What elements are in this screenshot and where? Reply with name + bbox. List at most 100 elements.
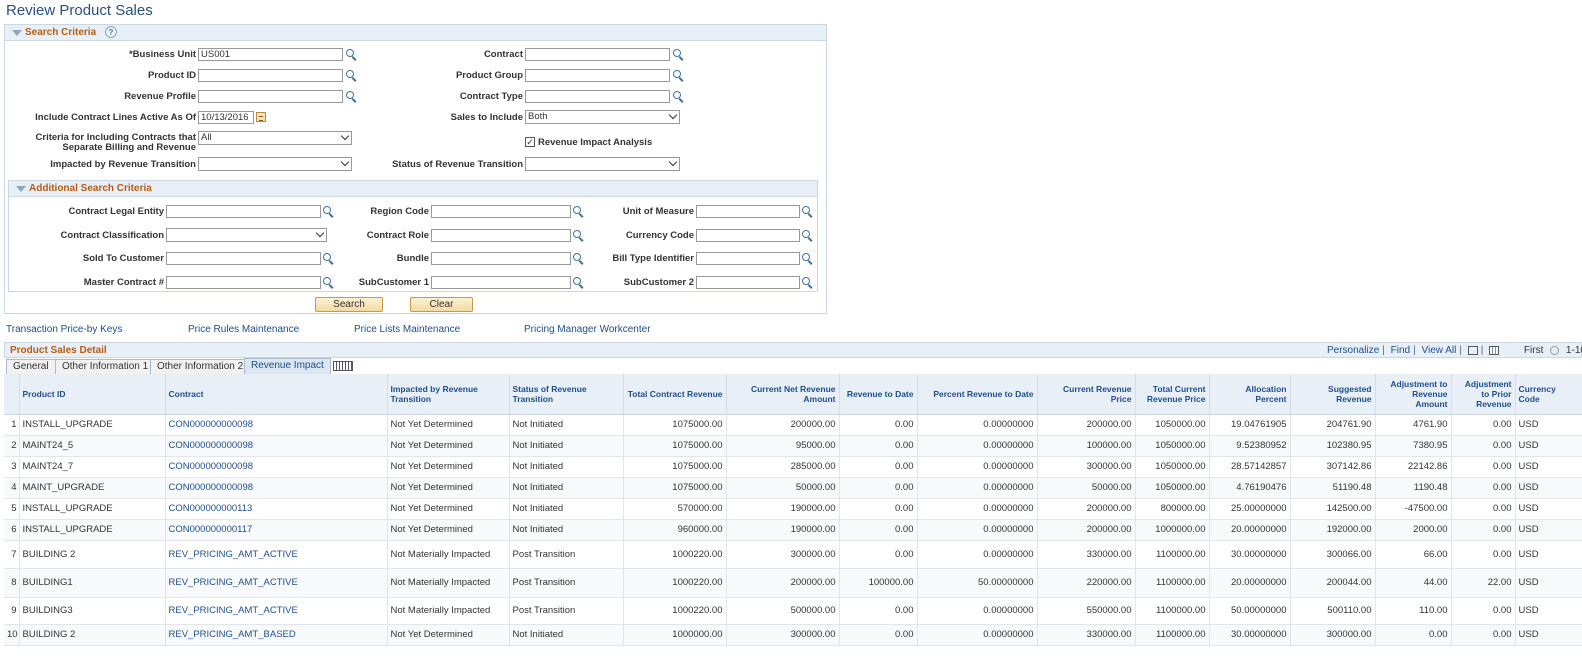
contract-legal-entity-input[interactable] (166, 205, 321, 218)
column-header[interactable]: Contract (165, 374, 388, 415)
contract-role-input[interactable] (431, 229, 571, 242)
search-icon[interactable] (346, 49, 357, 61)
calendar-icon[interactable] (256, 112, 266, 122)
column-header[interactable]: Adjustment to Prior Revenue (1451, 374, 1516, 415)
search-button[interactable]: Search (315, 297, 383, 312)
status-of-transition-select[interactable] (525, 157, 680, 171)
product-id-input[interactable] (198, 69, 343, 82)
search-icon[interactable] (573, 206, 584, 218)
contract-link[interactable]: REV_PRICING_AMT_ACTIVE (169, 549, 298, 560)
contract-input[interactable] (525, 48, 670, 61)
column-header[interactable]: Current Net Revenue Amount (726, 374, 840, 415)
column-header[interactable]: Product ID (19, 374, 166, 415)
contract-link[interactable]: CON000000000113 (169, 503, 253, 514)
bundle-input[interactable] (431, 252, 571, 265)
contract-link[interactable]: CON000000000098 (169, 461, 254, 472)
tab-revenue-impact[interactable]: Revenue Impact (244, 358, 331, 374)
contract-classification-select[interactable] (166, 228, 327, 242)
impacted-by-transition-select[interactable] (198, 157, 352, 171)
column-header[interactable]: Total Contract Revenue (623, 374, 727, 415)
personalize-link[interactable]: Personalize (1327, 345, 1379, 356)
table-cell: USD (1515, 519, 1582, 541)
revenue-profile-input[interactable] (198, 90, 343, 103)
collapse-icon[interactable] (12, 30, 22, 36)
search-icon[interactable] (323, 206, 334, 218)
search-criteria-header[interactable]: Search Criteria ? (5, 25, 826, 41)
revenue-impact-analysis-checkbox[interactable]: ✓ (525, 137, 535, 147)
view-all-link[interactable]: View All (1422, 345, 1457, 356)
bill-type-identifier-input[interactable] (696, 252, 800, 265)
show-all-columns-icon[interactable] (333, 361, 353, 371)
table-cell: 0.00 (839, 435, 918, 457)
find-link[interactable]: Find (1391, 345, 1410, 356)
currency-code-input[interactable] (696, 229, 800, 242)
contract-type-input[interactable] (525, 90, 670, 103)
contract-link[interactable]: CON000000000098 (169, 482, 254, 493)
collapse-icon[interactable] (16, 186, 26, 192)
link-price-rules-maintenance[interactable]: Price Rules Maintenance (188, 324, 299, 335)
subcustomer-2-input[interactable] (696, 276, 800, 289)
active-as-of-label: Include Contract Lines Active As Of (35, 112, 196, 123)
column-header[interactable]: Adjustment to Revenue Amount (1375, 374, 1452, 415)
column-header[interactable]: Allocation Percent (1209, 374, 1291, 415)
search-icon[interactable] (673, 49, 684, 61)
subcustomer-1-input[interactable] (431, 276, 571, 289)
search-icon[interactable] (802, 206, 813, 218)
region-code-input[interactable] (431, 205, 571, 218)
business-unit-input[interactable]: US001 (198, 48, 343, 61)
contract-link[interactable]: CON000000000098 (169, 440, 254, 451)
zoom-icon[interactable] (1467, 345, 1478, 355)
search-icon[interactable] (802, 253, 813, 265)
contract-link[interactable]: CON000000000098 (169, 419, 254, 430)
column-header[interactable]: Revenue to Date (839, 374, 918, 415)
clear-button[interactable]: Clear (410, 297, 473, 312)
unit-of-measure-input[interactable] (696, 205, 800, 218)
criteria-separate-billing-select[interactable]: All (198, 131, 352, 145)
column-header[interactable]: Status of Revenue Transition (509, 374, 624, 415)
table-cell: 22142.86 (1375, 456, 1452, 478)
search-icon[interactable] (573, 277, 584, 289)
active-as-of-input[interactable]: 10/13/2016 (198, 111, 254, 124)
search-icon[interactable] (802, 277, 813, 289)
revenue-impact-analysis-label: Revenue Impact Analysis (538, 137, 653, 148)
previous-icon[interactable] (1550, 345, 1560, 355)
help-icon[interactable]: ? (104, 26, 117, 39)
search-icon[interactable] (673, 91, 684, 103)
contract-link[interactable]: CON000000000117 (169, 524, 253, 535)
link-price-lists-maintenance[interactable]: Price Lists Maintenance (354, 324, 460, 335)
link-transaction-price-by-keys[interactable]: Transaction Price-by Keys (6, 324, 122, 335)
tab-general[interactable]: General (6, 359, 56, 374)
column-header[interactable]: Percent Revenue to Date (917, 374, 1038, 415)
search-icon[interactable] (346, 70, 357, 82)
first-label[interactable]: First (1524, 345, 1543, 356)
master-contract-input[interactable] (166, 276, 321, 289)
column-header[interactable]: Currency Code (1515, 374, 1582, 415)
column-header[interactable]: Total Current Revenue Price (1135, 374, 1210, 415)
sold-to-customer-input[interactable] (166, 252, 321, 265)
column-header[interactable]: Current Revenue Price (1037, 374, 1136, 415)
column-header[interactable]: Suggested Revenue (1290, 374, 1376, 415)
search-icon[interactable] (802, 230, 813, 242)
contract-link[interactable]: REV_PRICING_AMT_BASED (169, 629, 296, 640)
search-icon[interactable] (323, 253, 334, 265)
search-icon[interactable] (673, 70, 684, 82)
sales-to-include-select[interactable]: Both (525, 110, 680, 124)
search-icon[interactable] (573, 230, 584, 242)
tab-other-information-1[interactable]: Other Information 1 (55, 359, 156, 374)
contract-link[interactable]: REV_PRICING_AMT_ACTIVE (169, 577, 298, 588)
contract-link[interactable]: REV_PRICING_AMT_ACTIVE (169, 605, 298, 616)
link-pricing-manager-workcenter[interactable]: Pricing Manager Workcenter (524, 324, 651, 335)
table-cell: 0.00000000 (917, 435, 1038, 457)
table-cell: Not Yet Determined (387, 477, 510, 499)
row-number: 2 (4, 435, 20, 457)
search-icon[interactable] (323, 277, 334, 289)
search-icon[interactable] (573, 253, 584, 265)
search-icon[interactable] (346, 91, 357, 103)
table-cell: 0.00 (1451, 624, 1516, 646)
table-cell: 190000.00 (726, 498, 840, 520)
product-group-input[interactable] (525, 69, 670, 82)
column-header[interactable]: Impacted by Revenue Transition (387, 374, 510, 415)
download-icon[interactable] (1489, 345, 1500, 355)
additional-search-criteria-header[interactable]: Additional Search Criteria (9, 181, 817, 197)
tab-other-information-2[interactable]: Other Information 2 (150, 359, 251, 374)
